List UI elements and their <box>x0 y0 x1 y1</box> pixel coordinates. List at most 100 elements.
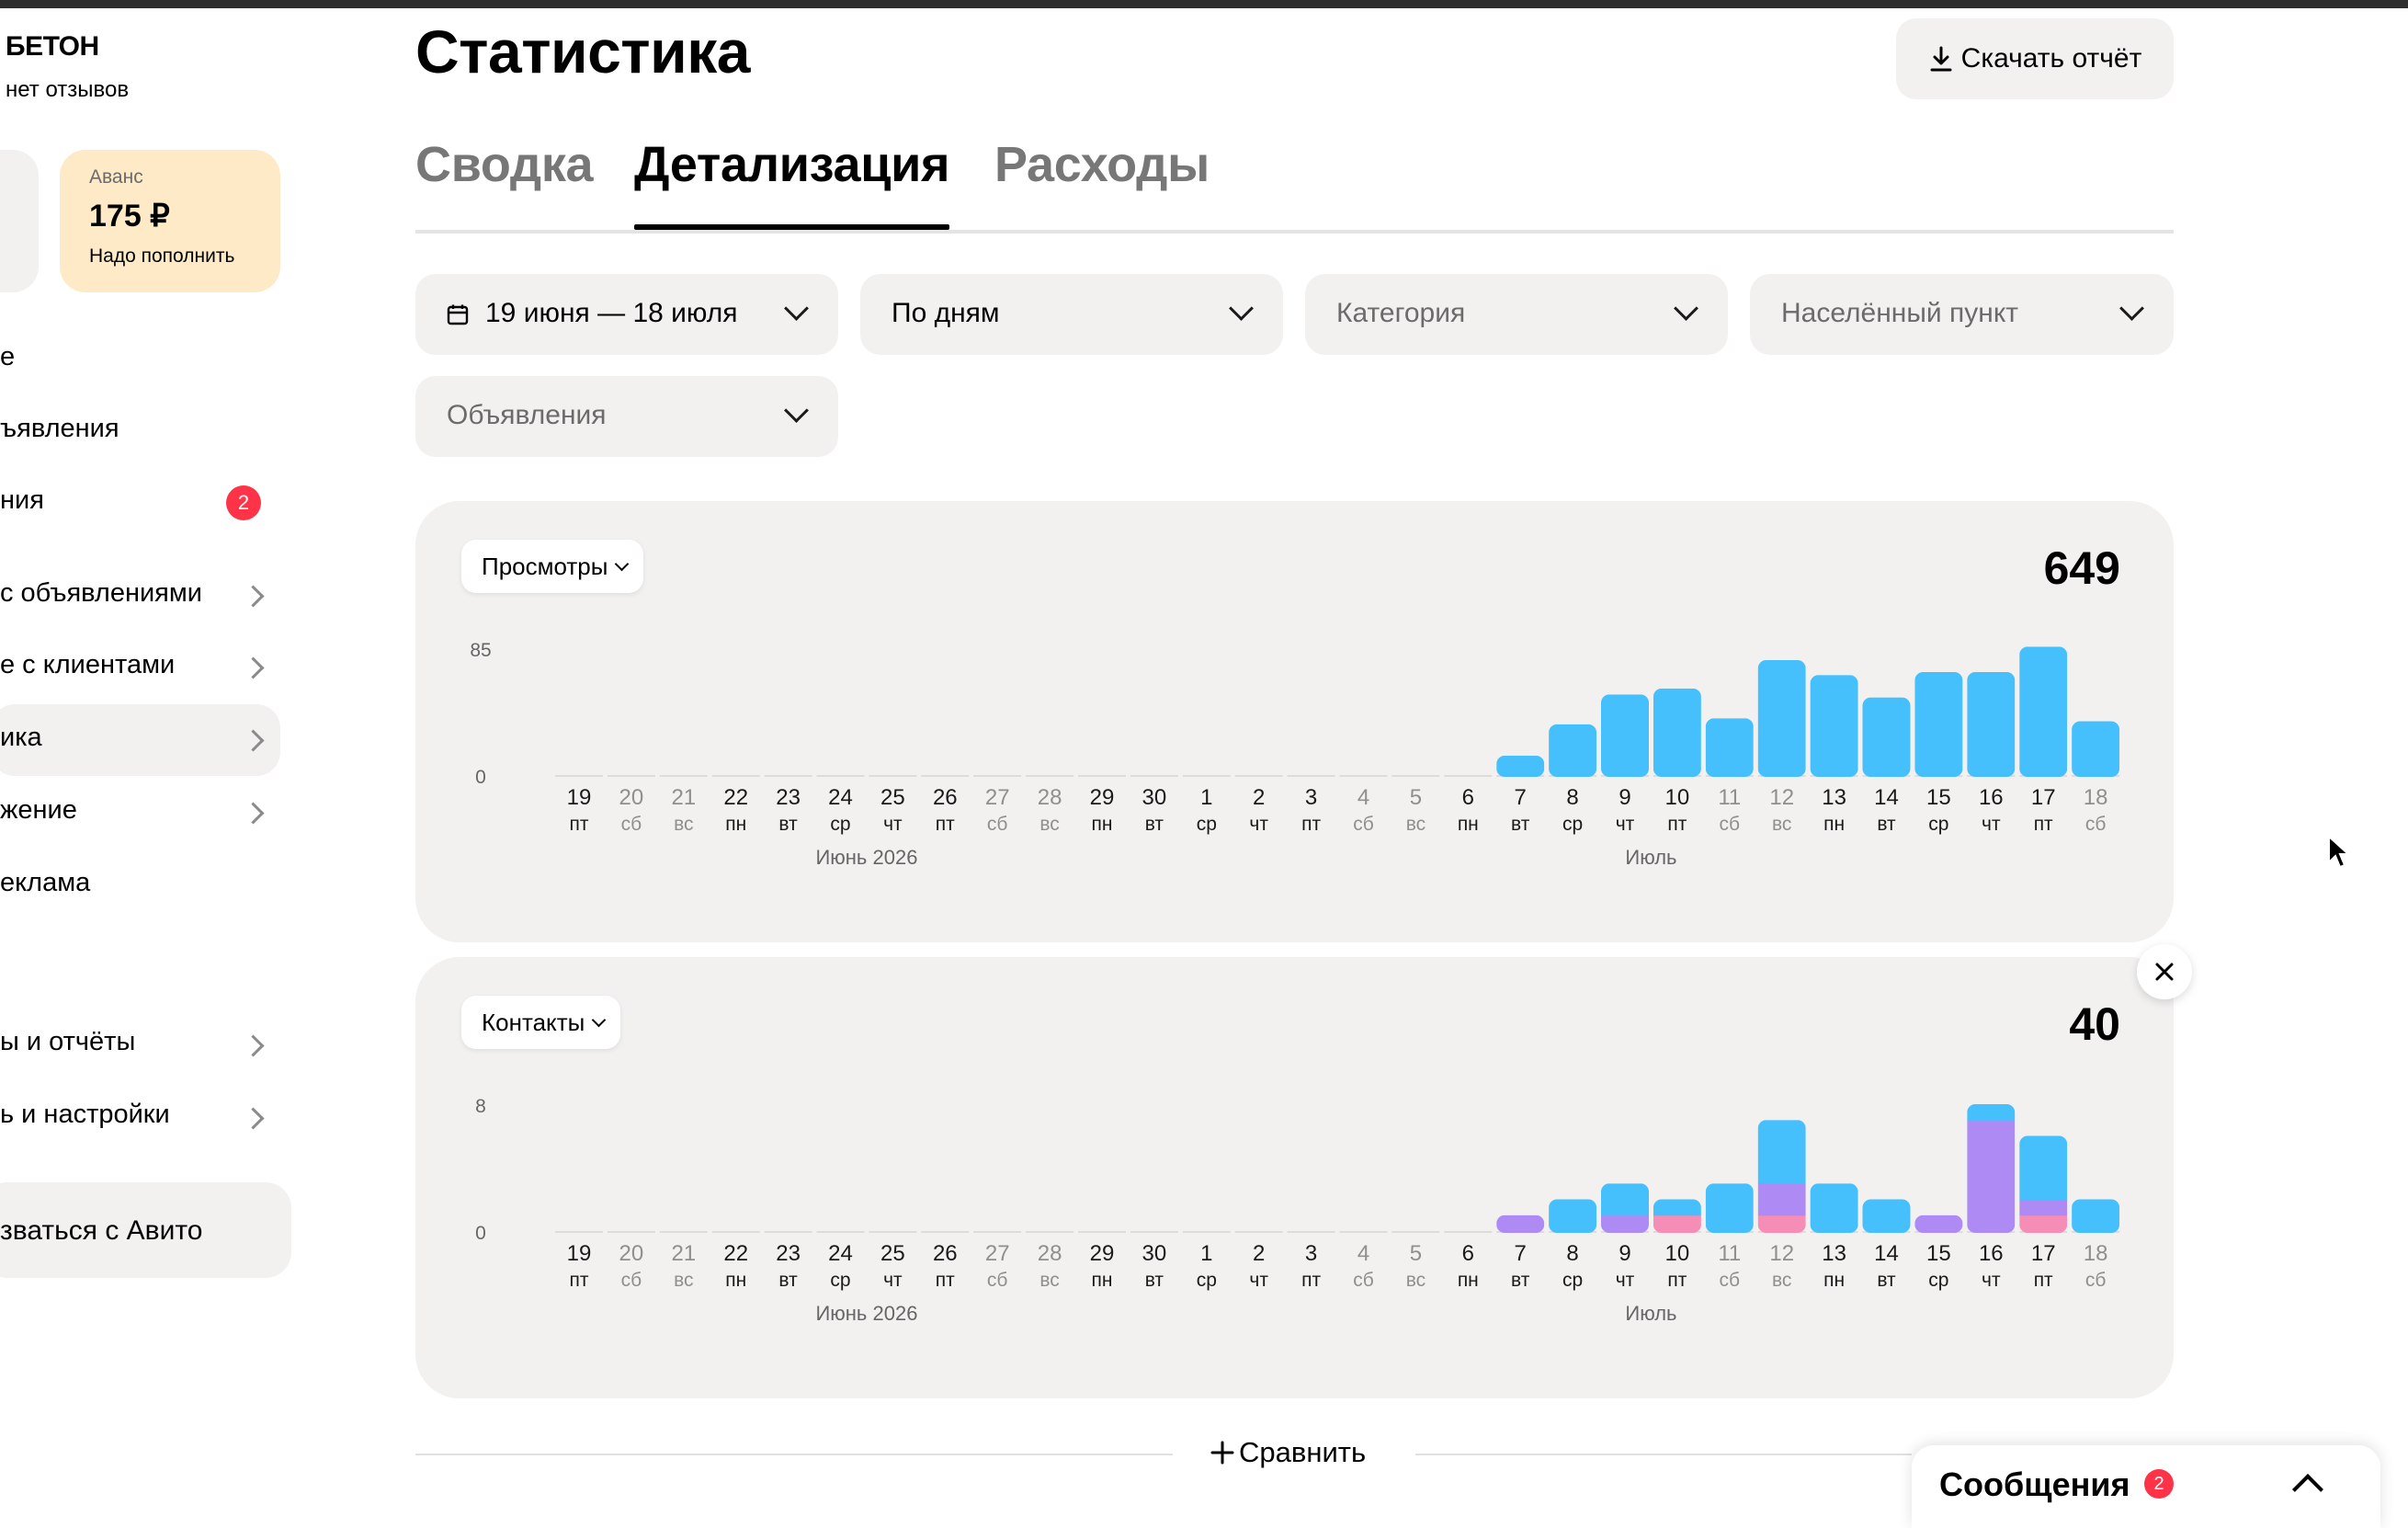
bar[interactable] <box>1862 697 1911 777</box>
shop-reviews[interactable]: нет отзывов <box>6 77 129 103</box>
x-tick-weekday: сб <box>987 1270 1008 1291</box>
baseline-segment <box>1130 775 1178 777</box>
balance-card[interactable]: Аванс 175 ₽ Надо пополнить <box>60 150 280 292</box>
bar[interactable] <box>1705 718 1754 777</box>
bar-segment <box>1757 1214 1806 1233</box>
x-tick-day: 4 <box>1357 785 1369 810</box>
bar[interactable] <box>1601 694 1649 777</box>
tab-details[interactable]: Детализация <box>634 136 950 230</box>
baseline-segment <box>816 775 865 777</box>
x-tick-weekday: сб <box>1720 1270 1741 1291</box>
x-tick-day: 28 <box>1038 785 1062 810</box>
baseline-segment <box>1339 775 1388 777</box>
x-tick-weekday: вт <box>1877 1270 1896 1291</box>
x-tick-weekday: вт <box>778 1270 798 1291</box>
x-tick-day: 29 <box>1090 1241 1115 1266</box>
bar-segment <box>1810 675 1858 777</box>
month-label: Июнь 2026 <box>815 846 917 869</box>
x-tick-weekday: чт <box>1616 814 1635 835</box>
chevron-down-icon <box>615 556 630 571</box>
x-tick-day: 21 <box>671 1241 696 1266</box>
chevron-down-icon <box>784 296 809 321</box>
bar-segment <box>1496 1214 1545 1233</box>
messages-badge: 2 <box>2144 1469 2174 1499</box>
sidebar-item-documents[interactable]: ы и отчёты <box>0 1027 135 1057</box>
contact-avito-button[interactable]: зваться с Авито <box>0 1182 291 1278</box>
bar[interactable] <box>1549 1199 1597 1234</box>
bar[interactable] <box>1914 671 1963 777</box>
x-tick-weekday: вс <box>1039 1270 1059 1291</box>
download-report-button[interactable]: Скачать отчёт <box>1896 18 2174 99</box>
sidebar-item-statistics[interactable]: ика <box>0 723 42 753</box>
bar[interactable] <box>1757 1120 1806 1233</box>
tab-expenses[interactable]: Расходы <box>994 136 1210 226</box>
x-tick-day: 24 <box>828 785 853 810</box>
messages-label: Сообщения <box>1939 1465 2130 1503</box>
views-metric-select[interactable]: Просмотры <box>461 540 644 593</box>
sidebar-messages-badge: 2 <box>226 485 261 520</box>
baseline-segment <box>1287 1231 1335 1233</box>
baseline-segment <box>869 775 917 777</box>
baseline-segment <box>1078 1231 1126 1233</box>
baseline-segment <box>711 775 760 777</box>
bar[interactable] <box>1705 1183 1754 1233</box>
location-placeholder: Населённый пункт <box>1781 298 2019 328</box>
x-tick-day: 28 <box>1038 1241 1062 1266</box>
period-select[interactable]: 19 июня — 18 июля <box>415 274 838 355</box>
baseline-segment <box>607 1231 655 1233</box>
x-tick-day: 23 <box>776 785 801 810</box>
bar[interactable] <box>1757 659 1806 777</box>
remove-chart-button[interactable] <box>2137 944 2192 999</box>
x-tick-day: 5 <box>1410 785 1422 810</box>
messages-panel[interactable]: Сообщения 2 <box>1912 1445 2380 1528</box>
category-select[interactable]: Категория <box>1305 274 1728 355</box>
sidebar-item-ads-tools[interactable]: с объявлениями <box>0 578 202 609</box>
sidebar-item-promotion[interactable]: жение <box>0 795 77 826</box>
chevron-down-icon <box>1674 296 1698 321</box>
contacts-metric-select[interactable]: Контакты <box>461 996 621 1049</box>
bar[interactable] <box>1549 724 1597 777</box>
bar[interactable] <box>1862 1199 1911 1234</box>
bar[interactable] <box>1653 1199 1701 1234</box>
x-tick-weekday: чт <box>1982 1270 2001 1291</box>
shop-name[interactable]: БЕТОН <box>6 31 99 63</box>
plus-icon <box>1210 1441 1234 1465</box>
bar[interactable] <box>2019 646 2068 777</box>
compare-button[interactable]: Сравнить <box>1210 1436 1366 1469</box>
month-label: Июль <box>1625 846 1676 869</box>
bar[interactable] <box>1496 755 1545 777</box>
x-tick-day: 11 <box>1718 1241 1741 1266</box>
location-select[interactable]: Населённый пункт <box>1750 274 2174 355</box>
sidebar-item-advertising[interactable]: еклама <box>0 868 90 898</box>
bar[interactable] <box>2072 721 2120 777</box>
sidebar-item-messages[interactable]: ния <box>0 485 44 516</box>
bar[interactable] <box>1967 671 2016 777</box>
ads-placeholder: Объявления <box>447 400 607 430</box>
x-tick-day: 21 <box>671 785 696 810</box>
x-tick-day: 2 <box>1253 785 1265 810</box>
chevron-up-icon[interactable] <box>2292 1474 2323 1505</box>
bar[interactable] <box>1810 675 1858 777</box>
sidebar-item-ads[interactable]: ъявления <box>0 414 119 444</box>
baseline-segment <box>659 1231 708 1233</box>
ads-select[interactable]: Объявления <box>415 376 838 457</box>
x-tick-weekday: вт <box>1511 1270 1530 1291</box>
bar[interactable] <box>1496 1214 1545 1233</box>
x-tick-day: 3 <box>1305 1241 1317 1266</box>
wallet-card[interactable] <box>0 150 39 292</box>
contacts-chart-card: 8 0 19 пт 20 сб 21 вс 22 пн 23 вт 24 ср 25 чт 26 пт 27 сб 28… <box>415 957 2174 1398</box>
bar[interactable] <box>1967 1104 2016 1233</box>
sidebar-item-clients[interactable]: е с клиентами <box>0 650 175 680</box>
sidebar-item-main[interactable]: е <box>0 342 15 372</box>
tab-summary[interactable]: Сводка <box>415 136 594 226</box>
bar[interactable] <box>2072 1199 2120 1234</box>
sidebar-item-settings[interactable]: ь и настройки <box>0 1100 170 1130</box>
bar[interactable] <box>1601 1183 1649 1233</box>
grouping-select[interactable]: По дням <box>860 274 1283 355</box>
bar[interactable] <box>1810 1183 1858 1233</box>
bar[interactable] <box>1653 688 1701 777</box>
bar[interactable] <box>1914 1214 1963 1233</box>
balance-amount: 175 ₽ <box>89 199 170 234</box>
bar[interactable] <box>2019 1135 2068 1234</box>
x-tick-weekday: пн <box>725 814 746 835</box>
